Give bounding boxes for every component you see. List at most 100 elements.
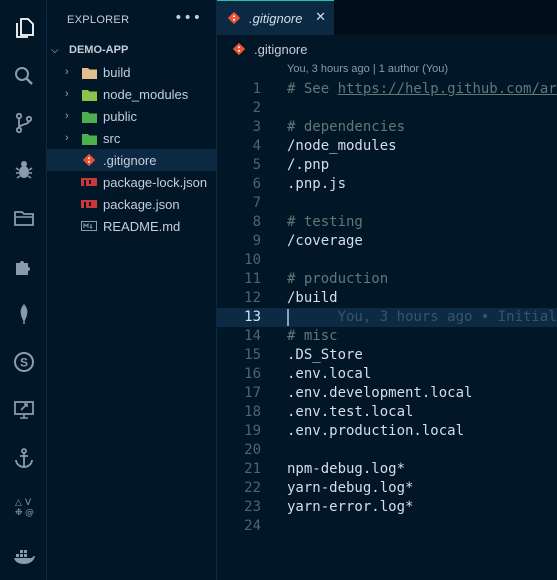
svg-text:V: V <box>25 498 32 508</box>
chevron-down-icon: ⌵ <box>51 44 59 56</box>
tree-item-readme-md[interactable]: README.md <box>47 215 217 237</box>
code-line[interactable]: 7 <box>217 194 557 213</box>
line-number: 23 <box>244 499 261 515</box>
chevron-right-icon: › <box>65 110 69 122</box>
tree-item-package-json[interactable]: package.json <box>47 193 217 215</box>
workspace-section-header[interactable]: ⌵ DEMO-APP <box>47 40 217 60</box>
s-icon[interactable]: S <box>0 342 47 382</box>
symbols-icon[interactable]: △ V ❉ @ <box>0 486 47 526</box>
tree-item-build[interactable]: › build <box>47 61 217 83</box>
code-line[interactable]: 21 npm-debug.log* <box>217 460 557 479</box>
line-number: 21 <box>244 461 261 477</box>
extensions-icon[interactable] <box>0 246 47 286</box>
npm-icon <box>81 174 97 190</box>
line-number: 22 <box>244 480 261 496</box>
tree-item-label: build <box>103 64 131 80</box>
code-line[interactable]: 19 .env.production.local <box>217 422 557 441</box>
line-content: .DS_Store <box>287 347 363 363</box>
tab-bar: .gitignore ✕ <box>217 0 557 35</box>
line-number: 13 <box>244 309 261 325</box>
docker-icon[interactable] <box>0 536 47 576</box>
url-link[interactable]: https://help.github.com/ar <box>338 81 557 97</box>
line-content: .env.production.local <box>287 423 465 439</box>
mongodb-icon[interactable] <box>0 294 47 334</box>
tab-gitignore[interactable]: .gitignore ✕ <box>217 0 334 35</box>
inline-blame: You, 3 hours ago • Initial <box>287 309 557 325</box>
search-icon[interactable] <box>0 56 47 96</box>
code-line[interactable]: 14 # misc <box>217 327 557 346</box>
folder-icon <box>81 86 97 102</box>
line-content: You, 3 hours ago • Initial <box>287 308 557 327</box>
git-blame-codelens[interactable]: You, 3 hours ago | 1 author (You) <box>287 63 448 75</box>
line-number: 11 <box>244 271 261 287</box>
code-line[interactable]: 18 .env.test.local <box>217 403 557 422</box>
tree-item-package-lock-json[interactable]: package-lock.json <box>47 171 217 193</box>
code-line[interactable]: 8 # testing <box>217 213 557 232</box>
more-actions-icon[interactable]: ••• <box>174 10 202 26</box>
chevron-right-icon: › <box>65 66 69 78</box>
tab-label: .gitignore <box>249 10 303 26</box>
line-content: # dependencies <box>287 119 406 135</box>
code-line[interactable]: 24 <box>217 517 557 536</box>
tree-item-public[interactable]: › public <box>47 105 217 127</box>
line-content: /.pnp <box>287 157 330 173</box>
code-line[interactable]: 4/node_modules <box>217 137 557 156</box>
line-number: 6 <box>252 176 261 192</box>
code-line[interactable]: 1 # See https://help.github.com/ar <box>217 80 557 99</box>
tree-item-gitignore[interactable]: .gitignore <box>47 149 217 171</box>
code-line[interactable]: 23 yarn-error.log* <box>217 498 557 517</box>
line-content: .env.development.local <box>287 385 473 401</box>
line-number: 5 <box>252 157 261 173</box>
code-line[interactable]: 16 .env.local <box>217 365 557 384</box>
line-content: # production <box>287 271 389 287</box>
code-line[interactable]: 6 .pnp.js <box>217 175 557 194</box>
folder-icon <box>81 108 97 124</box>
anchor-icon[interactable] <box>0 438 47 478</box>
code-line[interactable]: 9/coverage <box>217 232 557 251</box>
source-control-icon[interactable] <box>0 103 47 143</box>
tree-item-src[interactable]: › src <box>47 127 217 149</box>
tree-item-node-modules[interactable]: › node_modules <box>47 83 217 105</box>
code-line[interactable]: 22 yarn-debug.log* <box>217 479 557 498</box>
line-number: 10 <box>244 252 261 268</box>
code-line[interactable]: 5 /.pnp <box>217 156 557 175</box>
tree-item-label: package-lock.json <box>103 174 208 190</box>
svg-text:S: S <box>19 356 27 370</box>
remote-explorer-icon[interactable] <box>0 390 47 430</box>
folder-icon <box>81 64 97 80</box>
line-number: 3 <box>252 119 261 135</box>
explorer-sidebar: EXPLORER ••• ⌵ DEMO-APP › build › node_modu… <box>47 0 217 580</box>
breadcrumb-file[interactable]: .gitignore <box>254 42 307 57</box>
code-line[interactable]: 13 You, 3 hours ago • Initial <box>217 308 557 327</box>
close-icon[interactable]: ✕ <box>315 10 326 25</box>
line-content: .env.test.local <box>287 404 414 420</box>
code-line[interactable]: 2 <box>217 99 557 118</box>
line-number: 24 <box>244 518 261 534</box>
git-icon <box>81 152 97 168</box>
files-icon[interactable] <box>0 8 47 48</box>
folder-icon[interactable] <box>0 198 47 238</box>
line-content: /build <box>287 290 338 306</box>
line-content: # testing <box>287 214 363 230</box>
line-content: .pnp.js <box>287 176 347 192</box>
code-line[interactable]: 15 .DS_Store <box>217 346 557 365</box>
line-content: # misc <box>287 328 338 344</box>
line-number: 9 <box>252 233 261 249</box>
code-line[interactable]: 10 <box>217 251 557 270</box>
code-line[interactable]: 3 # dependencies <box>217 118 557 137</box>
code-line[interactable]: 20 <box>217 441 557 460</box>
git-icon <box>227 11 241 25</box>
workspace-name: DEMO-APP <box>69 44 129 56</box>
code-line[interactable]: 17 .env.development.local <box>217 384 557 403</box>
line-content: /node_modules <box>287 138 397 154</box>
code-line[interactable]: 12/build <box>217 289 557 308</box>
code-line[interactable]: 11 # production <box>217 270 557 289</box>
line-number: 14 <box>244 328 261 344</box>
breadcrumb: .gitignore <box>217 35 557 63</box>
tree-item-label: package.json <box>103 196 180 212</box>
line-content: /coverage <box>287 233 363 249</box>
debug-icon[interactable] <box>0 150 47 190</box>
code-editor[interactable]: 1 # See https://help.github.com/ar 2 3 # dep… <box>217 80 557 580</box>
tree-item-label: README.md <box>103 218 181 234</box>
svg-text:@: @ <box>25 508 34 518</box>
